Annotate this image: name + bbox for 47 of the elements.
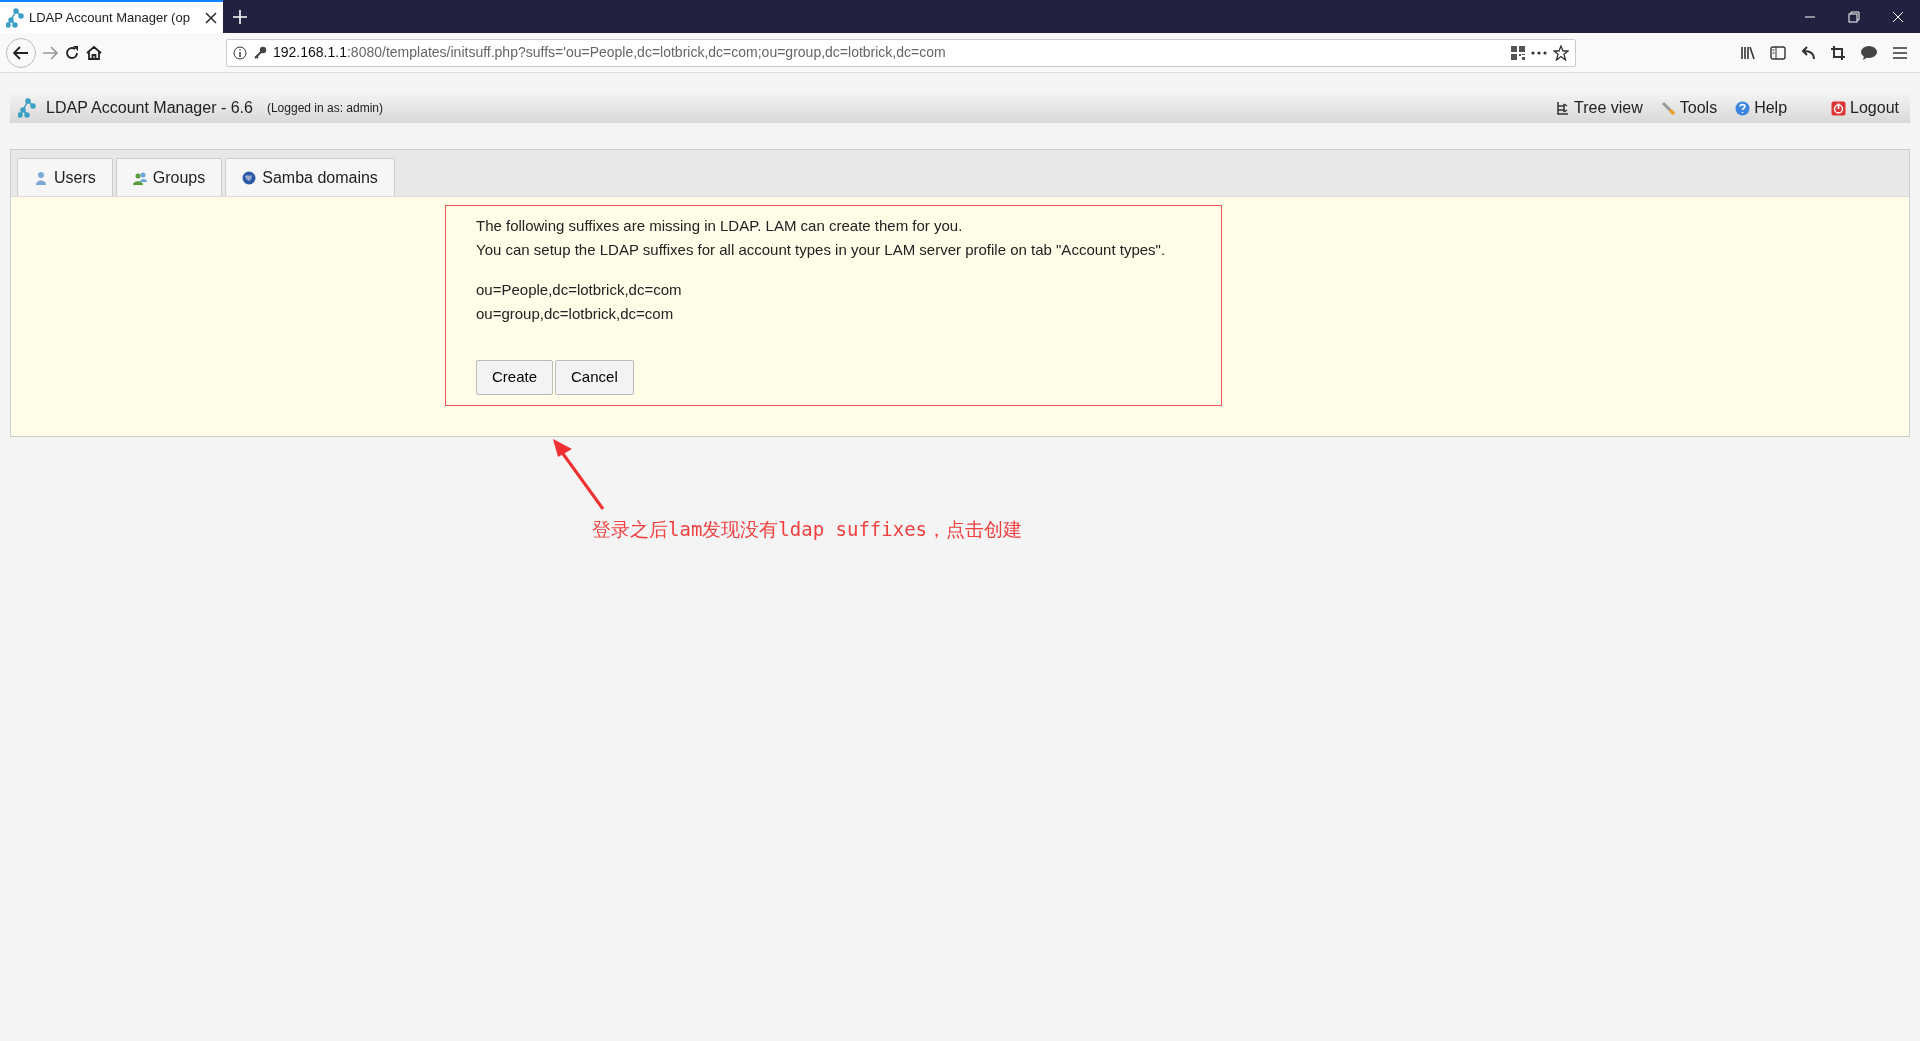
new-tab-icon[interactable] <box>233 9 247 24</box>
library-icon[interactable] <box>1740 44 1756 61</box>
login-status: (Logged in as: admin) <box>266 100 383 117</box>
app-title: LDAP Account Manager - 6.6 <box>46 98 253 118</box>
home-icon[interactable] <box>86 44 102 61</box>
tab[interactable]: Groups <box>115 158 223 196</box>
header-link[interactable]: Tree view <box>1555 96 1643 120</box>
tree-logo-icon <box>6 7 24 28</box>
header-link[interactable]: Tools <box>1660 96 1718 120</box>
sidebar-icon[interactable] <box>1770 44 1786 61</box>
group-icon <box>132 170 147 185</box>
browser-tab[interactable]: LDAP Account Manager (op <box>0 0 223 33</box>
crop-icon[interactable] <box>1830 44 1846 61</box>
help-icon <box>1735 100 1751 116</box>
message-text: You can setup the LDAP suffixes for all account types in your LAM server profile on tab "Account types". <box>476 240 1167 260</box>
tab[interactable]: Samba domains <box>225 158 395 196</box>
more-icon[interactable] <box>1531 50 1547 55</box>
tree-logo-icon <box>18 98 38 118</box>
close-icon[interactable] <box>205 11 217 24</box>
suffix-text: ou=People,dc=lotbrick,dc=com <box>476 280 683 300</box>
cancel-button[interactable]: Cancel <box>555 360 634 395</box>
chat-bubble-icon[interactable] <box>1860 44 1878 61</box>
power-icon <box>1831 100 1847 116</box>
user-icon <box>34 170 48 185</box>
key-icon <box>253 45 267 60</box>
star-icon[interactable] <box>1553 44 1569 61</box>
annotation-text: 登录之后lam发现没有ldap suffixes，点击创建 <box>592 516 1023 542</box>
url-text: 192.168.1.1:8080/templates/initsuff.php?suffs='ou=People,dc=lotbrick,dc=com;ou=group,dc=lotbrick,dc=com <box>273 43 947 62</box>
menu-icon[interactable] <box>1892 45 1908 60</box>
restore-icon[interactable] <box>1848 10 1860 23</box>
wrench-icon <box>1660 100 1676 116</box>
forward-arrow-icon[interactable] <box>42 45 58 60</box>
tree-view-icon <box>1555 100 1571 116</box>
header-link[interactable]: Help <box>1735 96 1788 120</box>
undo-arrow-icon[interactable] <box>1800 44 1816 61</box>
suffix-text: ou=group,dc=lotbrick,dc=com <box>476 304 675 324</box>
tab[interactable]: Users <box>17 158 113 196</box>
back-arrow-icon <box>13 45 29 60</box>
header-link[interactable]: Logout <box>1831 96 1899 120</box>
tab-title: LDAP Account Manager (op <box>29 8 191 27</box>
qr-code-icon[interactable] <box>1511 45 1525 60</box>
address-bar[interactable]: 192.168.1.1:8080/templates/initsuff.php?suffs='ou=People,dc=lotbrick,dc=com;ou=group,dc=lotbrick,dc=com <box>226 38 1576 67</box>
reload-icon[interactable] <box>64 44 80 61</box>
info-icon <box>233 45 247 60</box>
globe-icon <box>242 170 257 185</box>
create-button[interactable]: Create <box>476 360 554 395</box>
message-text: The following suffixes are missing in LDAP. LAM can create them for you. <box>476 216 964 236</box>
